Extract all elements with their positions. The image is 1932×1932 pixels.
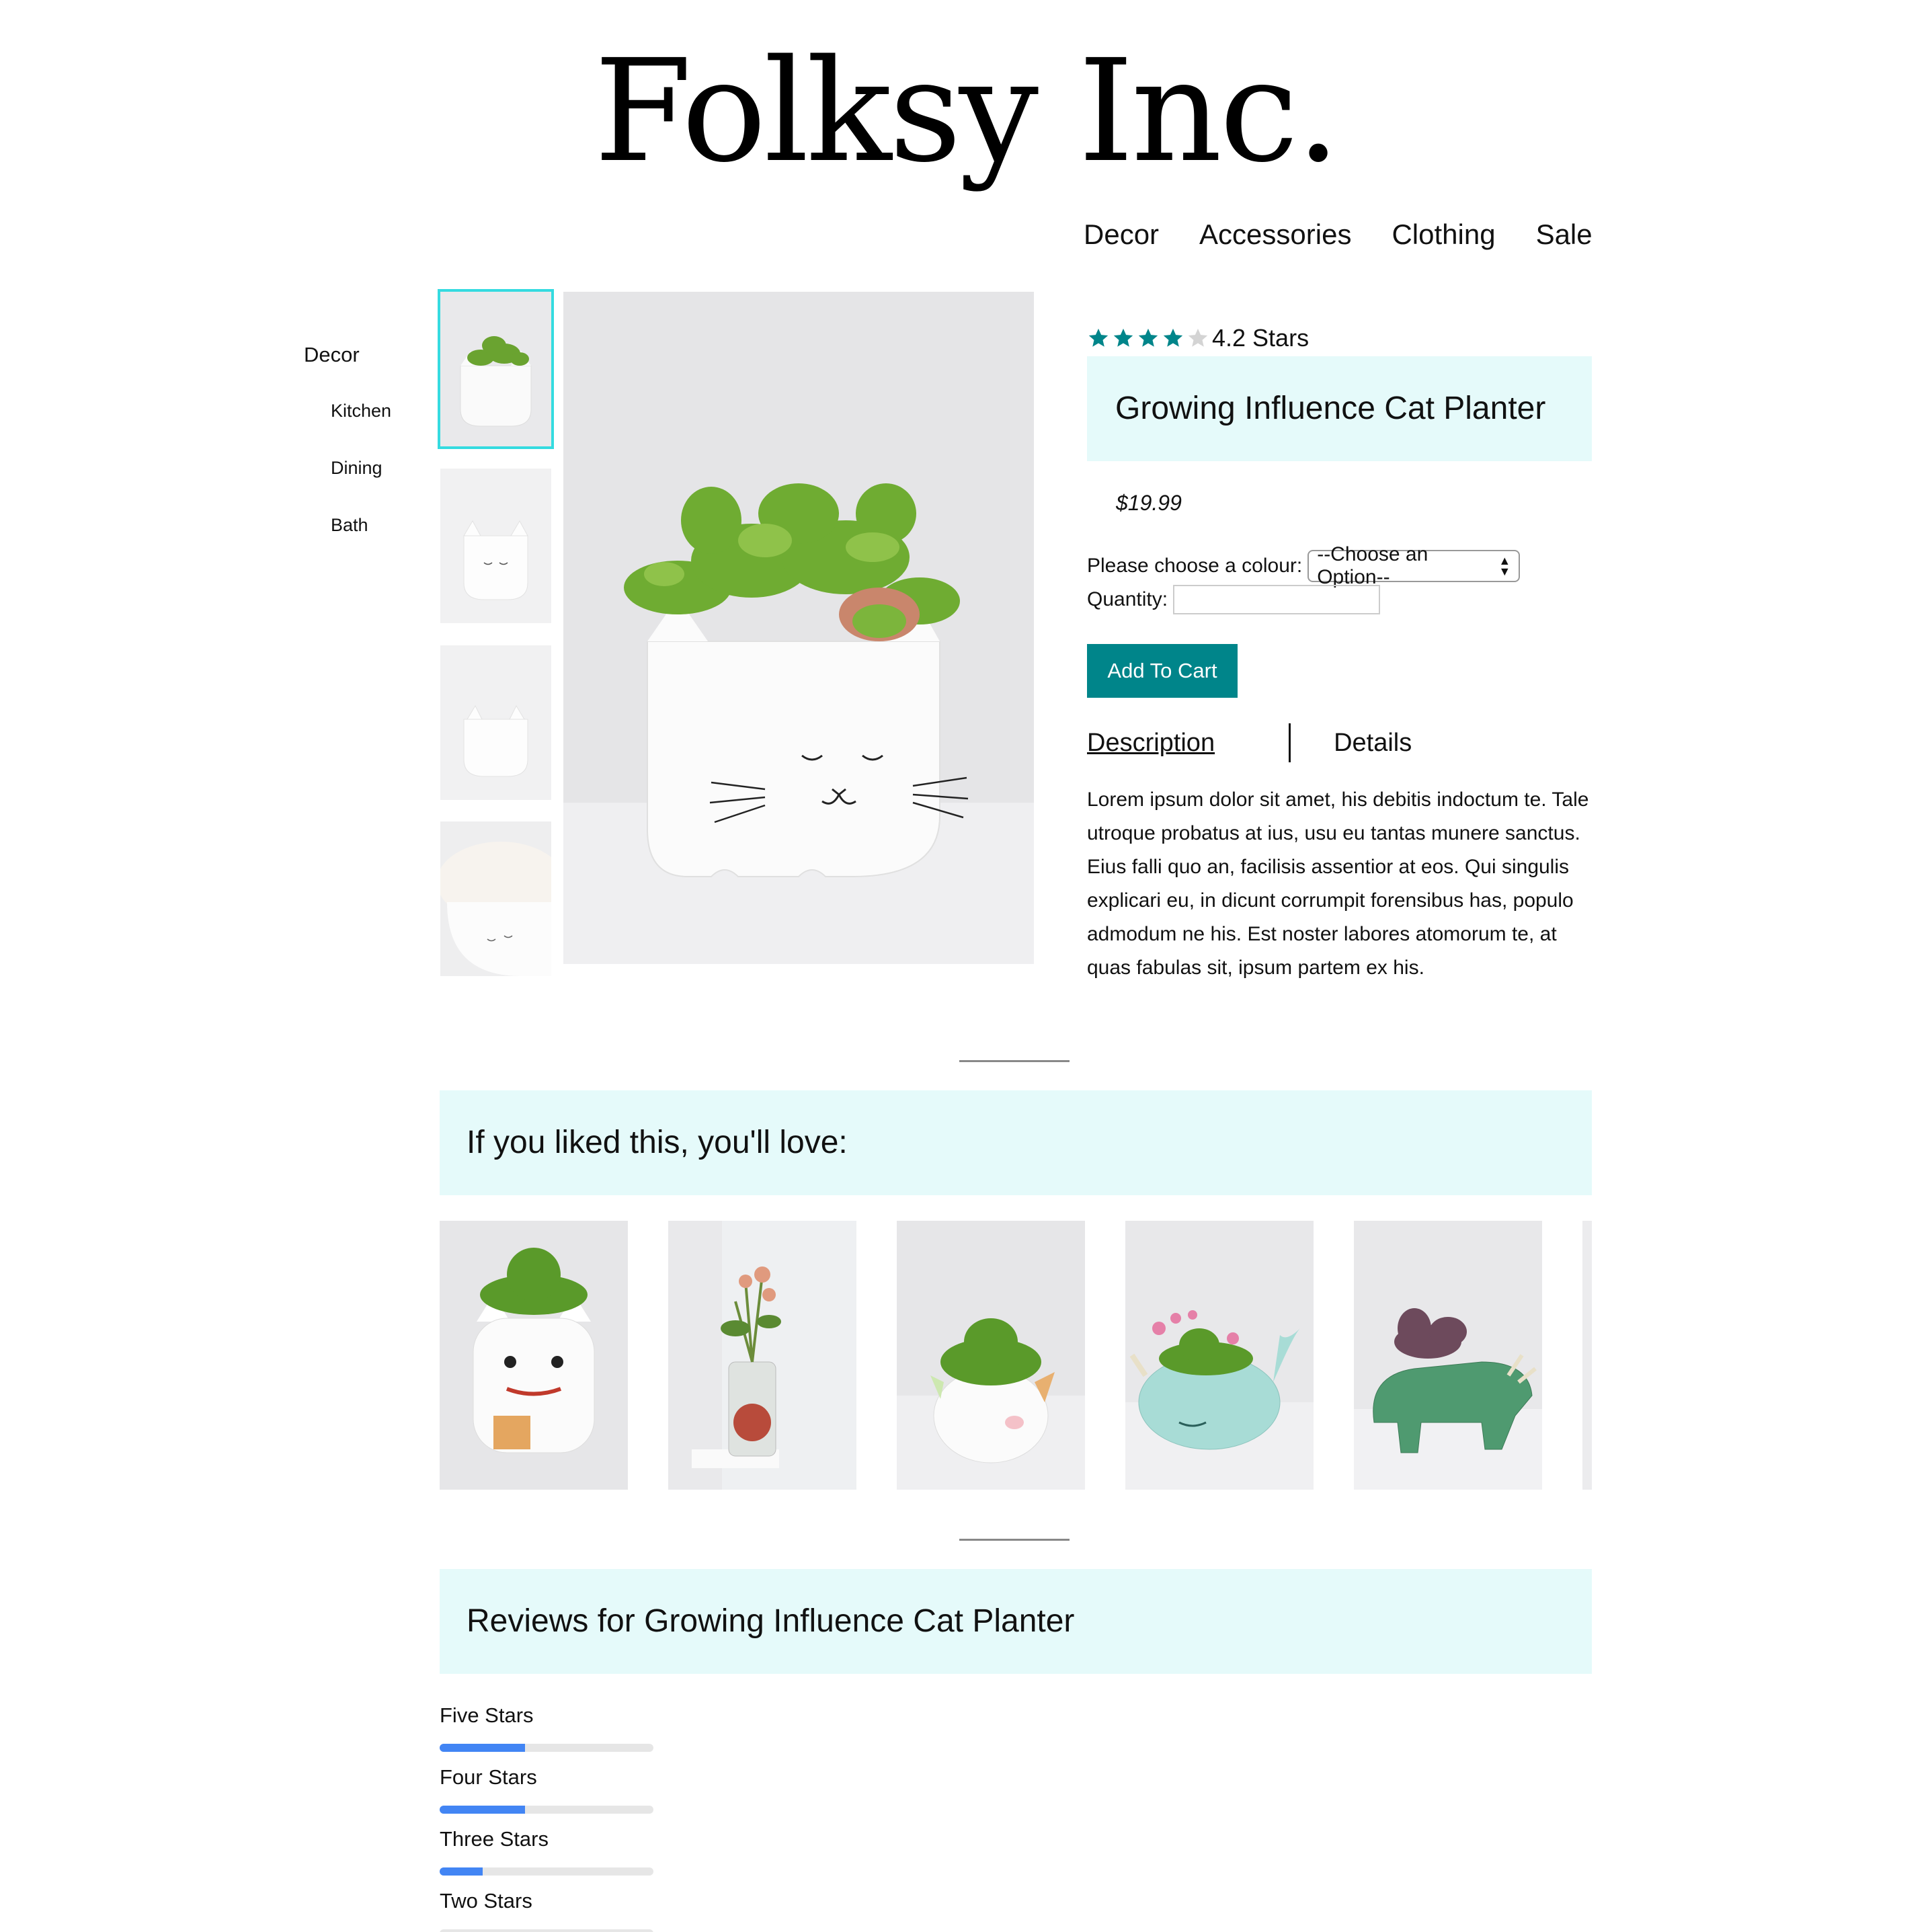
nav-item-sale[interactable]: Sale <box>1536 218 1593 251</box>
sidebar-category-decor[interactable]: Decor <box>304 343 391 367</box>
sidebar-item-dining[interactable]: Dining <box>331 458 391 479</box>
section-divider <box>959 1060 1070 1062</box>
product-main-image[interactable] <box>563 292 1034 964</box>
cat-planter-image <box>440 292 551 446</box>
colour-selector-row: Please choose a colour: --Choose an Opti… <box>1087 543 1521 588</box>
review-label-five-stars: Five Stars <box>440 1703 534 1727</box>
recommended-product-2[interactable] <box>668 1221 856 1490</box>
product-thumbnail-1[interactable] <box>438 289 554 449</box>
recommendations-heading: If you liked this, you'll love: <box>467 1125 848 1160</box>
tab-details[interactable]: Details <box>1334 729 1412 758</box>
review-bar-four-stars <box>440 1806 653 1814</box>
unicorn-planter-image <box>897 1221 1085 1490</box>
recommended-product-5[interactable] <box>1354 1221 1542 1490</box>
star-filled-icon <box>1113 328 1133 347</box>
sidebar-item-kitchen[interactable]: Kitchen <box>331 401 391 421</box>
recommended-product-6[interactable] <box>1582 1221 1592 1490</box>
tab-divider <box>1289 723 1291 762</box>
product-thumbnail-3[interactable] <box>440 645 551 800</box>
select-arrows-icon: ▲ ▼ <box>1498 554 1511 578</box>
add-to-cart-button[interactable]: Add To Cart <box>1087 644 1238 698</box>
recommended-product-4[interactable] <box>1125 1221 1314 1490</box>
colour-select-value: --Choose an Option-- <box>1317 543 1428 588</box>
site-logo[interactable]: Folksy Inc. <box>0 27 1932 196</box>
product-tabs: Description Details <box>1087 723 1412 762</box>
quantity-label: Quantity: <box>1087 588 1168 610</box>
nav-item-clothing[interactable]: Clothing <box>1392 218 1495 251</box>
sidebar-item-bath[interactable]: Bath <box>331 515 391 536</box>
tab-description[interactable]: Description <box>1087 729 1215 758</box>
nav-item-decor[interactable]: Decor <box>1084 218 1159 251</box>
nav-item-accessories[interactable]: Accessories <box>1199 218 1351 251</box>
recommended-product-3[interactable] <box>897 1221 1085 1490</box>
product-price: $19.99 <box>1116 491 1182 515</box>
star-filled-icon <box>1163 328 1183 347</box>
rating-text: 4.2 Stars <box>1212 324 1310 352</box>
reviews-heading: Reviews for Growing Influence Cat Plante… <box>467 1603 1075 1639</box>
colour-select[interactable]: --Choose an Option-- ▲ ▼ <box>1307 543 1521 588</box>
recommendations-banner: If you liked this, you'll love: <box>440 1090 1592 1195</box>
cat-planter-main-image <box>563 292 1034 964</box>
reviews-banner: Reviews for Growing Influence Cat Plante… <box>440 1569 1592 1674</box>
review-label-two-stars: Two Stars <box>440 1889 532 1913</box>
quantity-row: Quantity: <box>1087 585 1381 614</box>
quantity-input[interactable] <box>1173 585 1381 614</box>
narwhal-planter-image <box>1125 1221 1314 1490</box>
section-divider <box>959 1539 1070 1541</box>
top-nav: Decor Accessories Clothing Sale <box>1084 218 1593 251</box>
product-thumbnail-4[interactable] <box>440 821 551 976</box>
product-title-banner: Growing Influence Cat Planter <box>1087 356 1592 461</box>
review-bar-fill <box>440 1867 483 1876</box>
review-label-four-stars: Four Stars <box>440 1765 537 1789</box>
lucky-cat-planter-image <box>440 1221 628 1490</box>
review-bar-two-stars <box>440 1929 653 1932</box>
star-filled-icon <box>1088 328 1109 347</box>
star-empty-icon <box>1188 328 1208 347</box>
rating-stars <box>1087 327 1209 350</box>
cat-planter-front-image <box>440 469 551 623</box>
colour-label: Please choose a colour: <box>1087 555 1303 577</box>
category-sidebar: Decor Kitchen Dining Bath <box>304 343 391 572</box>
product-description: Lorem ipsum dolor sit amet, his debitis … <box>1087 789 1589 979</box>
cat-planter-back-image <box>440 645 551 800</box>
recommended-product-1[interactable] <box>440 1221 628 1490</box>
product-rating: 4.2 Stars <box>1087 324 1309 352</box>
product-thumbnail-2[interactable] <box>440 469 551 623</box>
vase-flowers-image <box>668 1221 856 1490</box>
product-title: Growing Influence Cat Planter <box>1115 391 1546 426</box>
star-filled-icon <box>1138 328 1158 347</box>
review-bar-three-stars <box>440 1867 653 1876</box>
review-bar-fill <box>440 1744 526 1752</box>
review-label-three-stars: Three Stars <box>440 1827 549 1851</box>
cat-planter-top-image <box>440 821 551 976</box>
review-bar-five-stars <box>440 1744 653 1752</box>
dinosaur-planter-image <box>1354 1221 1542 1490</box>
review-bar-fill <box>440 1806 526 1814</box>
